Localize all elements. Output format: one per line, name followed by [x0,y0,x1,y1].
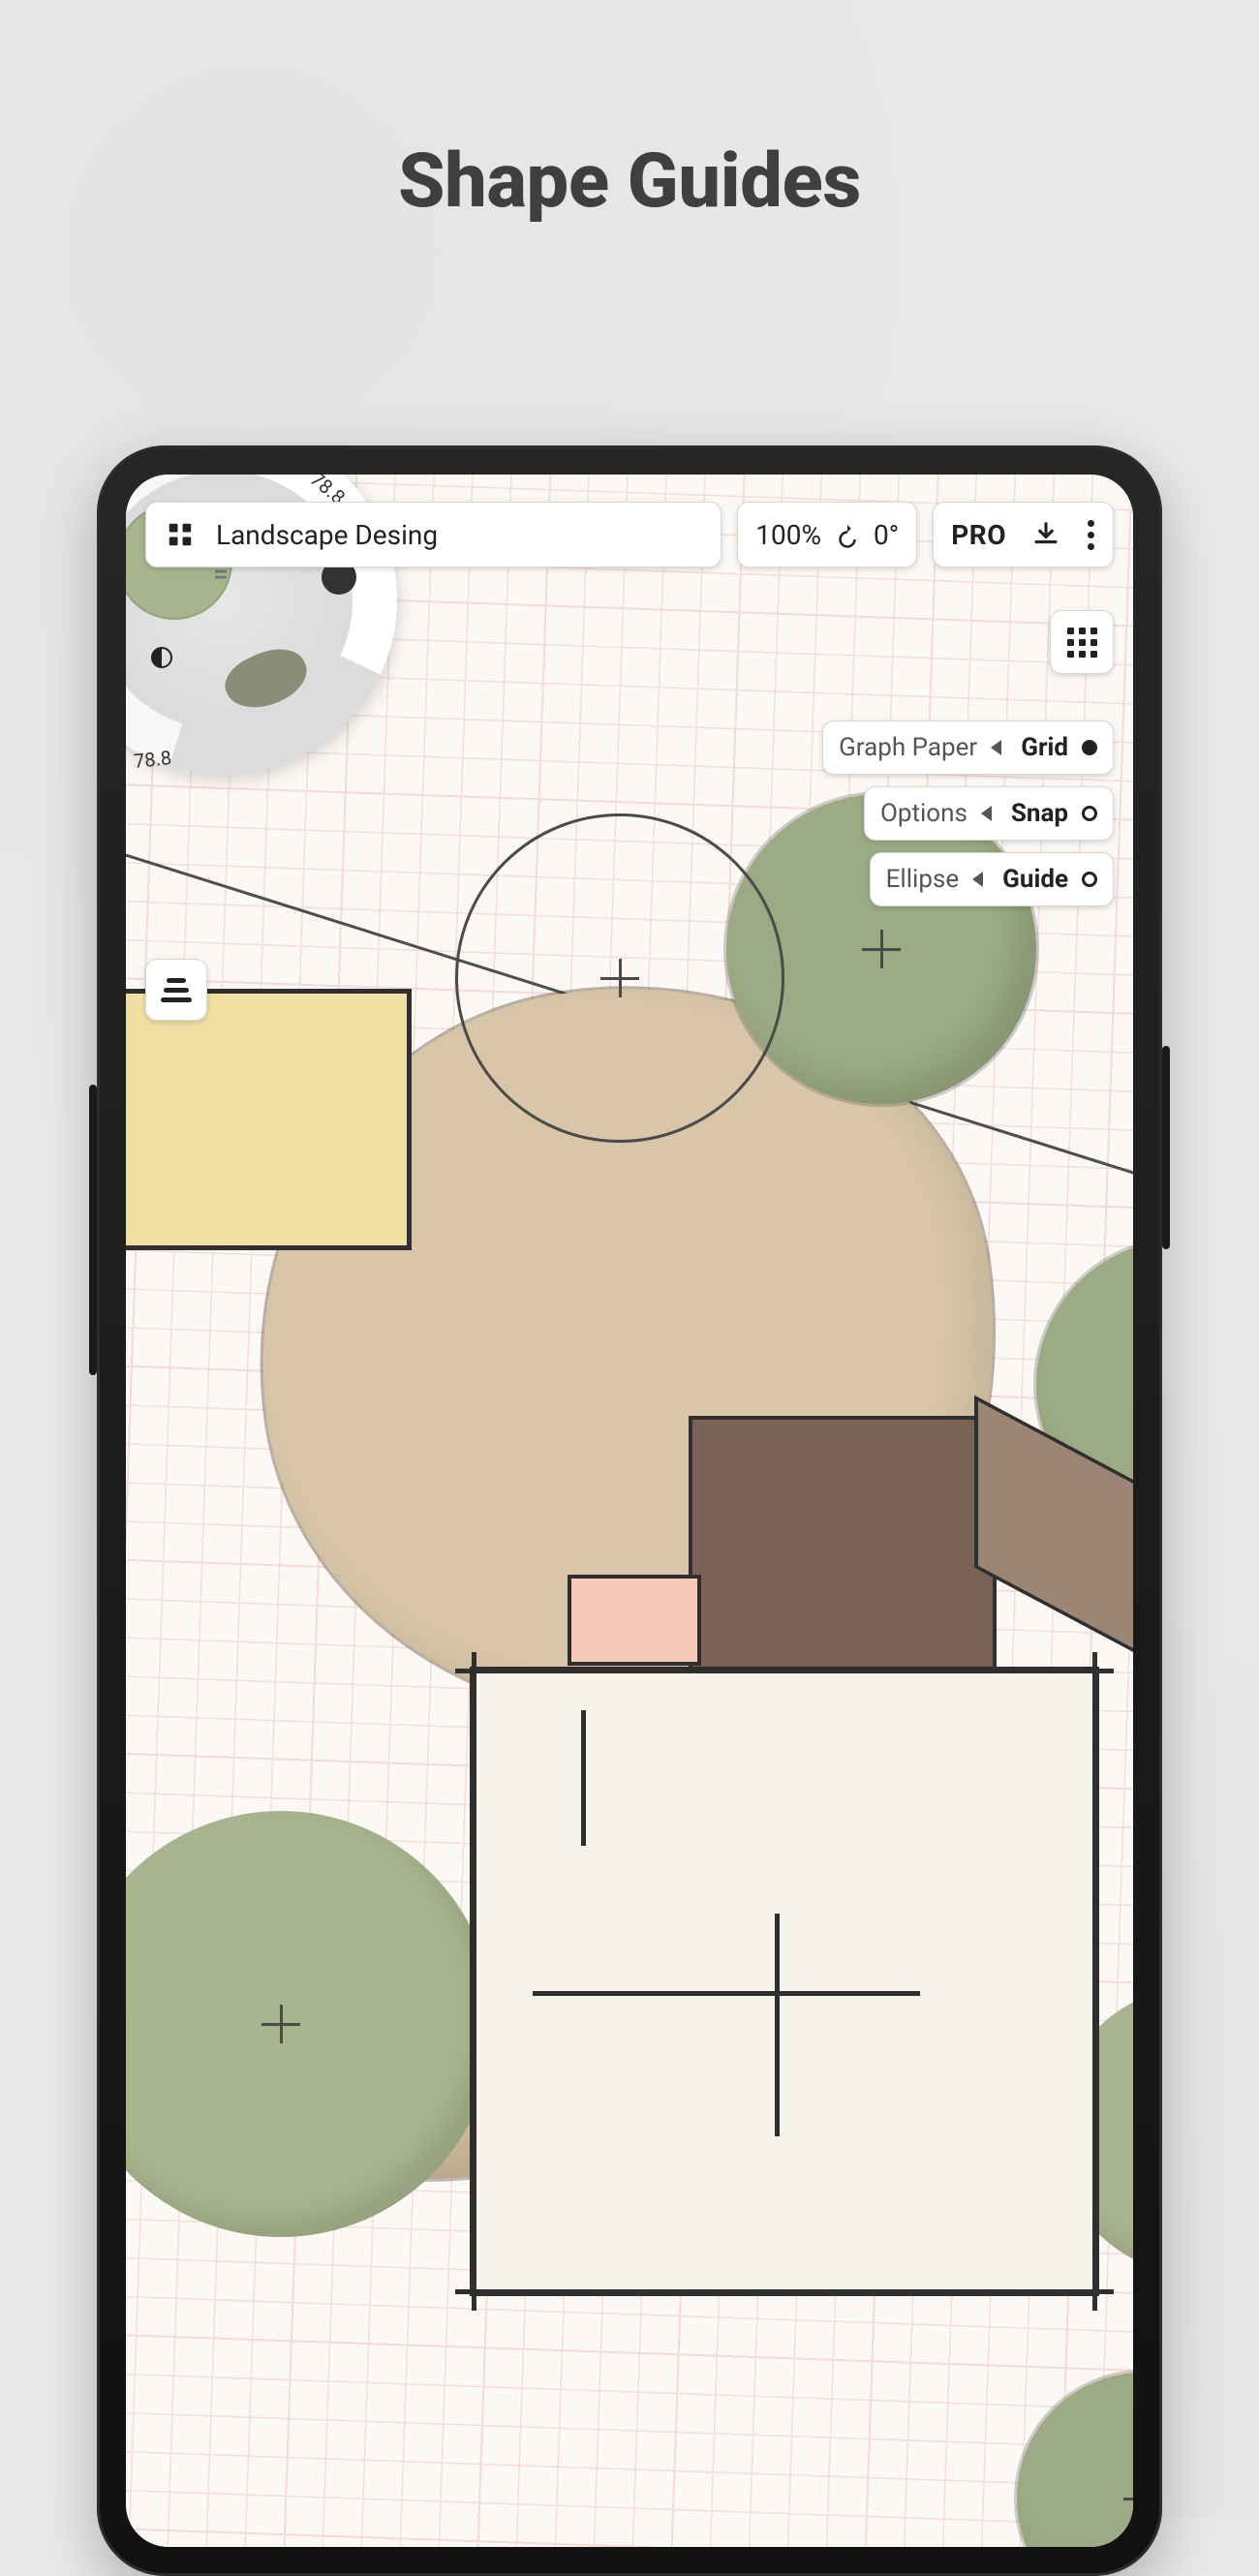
roof-shape [692,1420,993,1691]
tree-outline [455,813,784,1143]
zoom-percent[interactable]: 100% [755,519,821,551]
app-screen: = 5.46 78.8 78.8 Landscape Desing [126,475,1133,2547]
tablet-power-button [1162,1046,1170,1249]
chevron-left-icon[interactable] [981,806,992,821]
layers-icon [161,978,192,1002]
wheel-value-bottom: 78.8 [133,746,172,773]
toggle-indicator-off-icon[interactable] [1082,872,1097,887]
top-toolbar: Landscape Desing 100% 0° PRO [145,502,1114,567]
right-controls: Graph Paper Grid Options Snap Ellipse Gu… [822,610,1114,906]
gallery-grid-icon[interactable] [166,520,195,549]
roof-shape-small [571,1579,697,1662]
layers-button[interactable] [145,959,207,1021]
tablet-volume-button [89,1085,97,1375]
option-grid-right-label: Grid [1021,733,1068,762]
chevron-left-icon[interactable] [991,740,1001,755]
rotation-degrees[interactable]: 0° [874,519,899,551]
option-snap-left-label: Options [880,799,967,828]
download-icon[interactable] [1031,520,1060,549]
toggle-indicator-off-icon[interactable] [1082,806,1097,821]
apps-grid-icon [1067,628,1097,658]
option-guide[interactable]: Ellipse Guide [870,852,1114,906]
option-grid-left-label: Graph Paper [839,733,977,762]
document-title[interactable]: Landscape Desing [216,519,438,551]
option-snap[interactable]: Options Snap [864,786,1114,841]
guide-options-stack: Graph Paper Grid Options Snap Ellipse Gu… [822,721,1114,906]
option-guide-right-label: Guide [1002,865,1068,894]
option-snap-right-label: Snap [1011,799,1068,828]
tree-shape [1017,2373,1133,2547]
chevron-left-icon[interactable] [972,872,983,887]
page-title: Shape Guides [0,138,1259,226]
zoom-rotation-chip[interactable]: 100% 0° [737,502,917,567]
house-footprint [475,1671,1094,2291]
contrast-icon[interactable] [151,647,172,668]
apps-grid-button[interactable] [1050,610,1114,674]
toggle-indicator-on-icon[interactable] [1082,740,1097,755]
building-small [126,994,407,1245]
rotation-icon[interactable] [833,520,862,549]
document-chip[interactable]: Landscape Desing [145,502,722,567]
tablet-frame: = 5.46 78.8 78.8 Landscape Desing [97,445,1162,2576]
option-grid[interactable]: Graph Paper Grid [822,721,1114,775]
option-guide-left-label: Ellipse [886,865,960,894]
overflow-menu-icon[interactable] [1086,520,1095,550]
actions-chip: PRO [933,502,1114,567]
pro-button[interactable]: PRO [951,519,1006,551]
